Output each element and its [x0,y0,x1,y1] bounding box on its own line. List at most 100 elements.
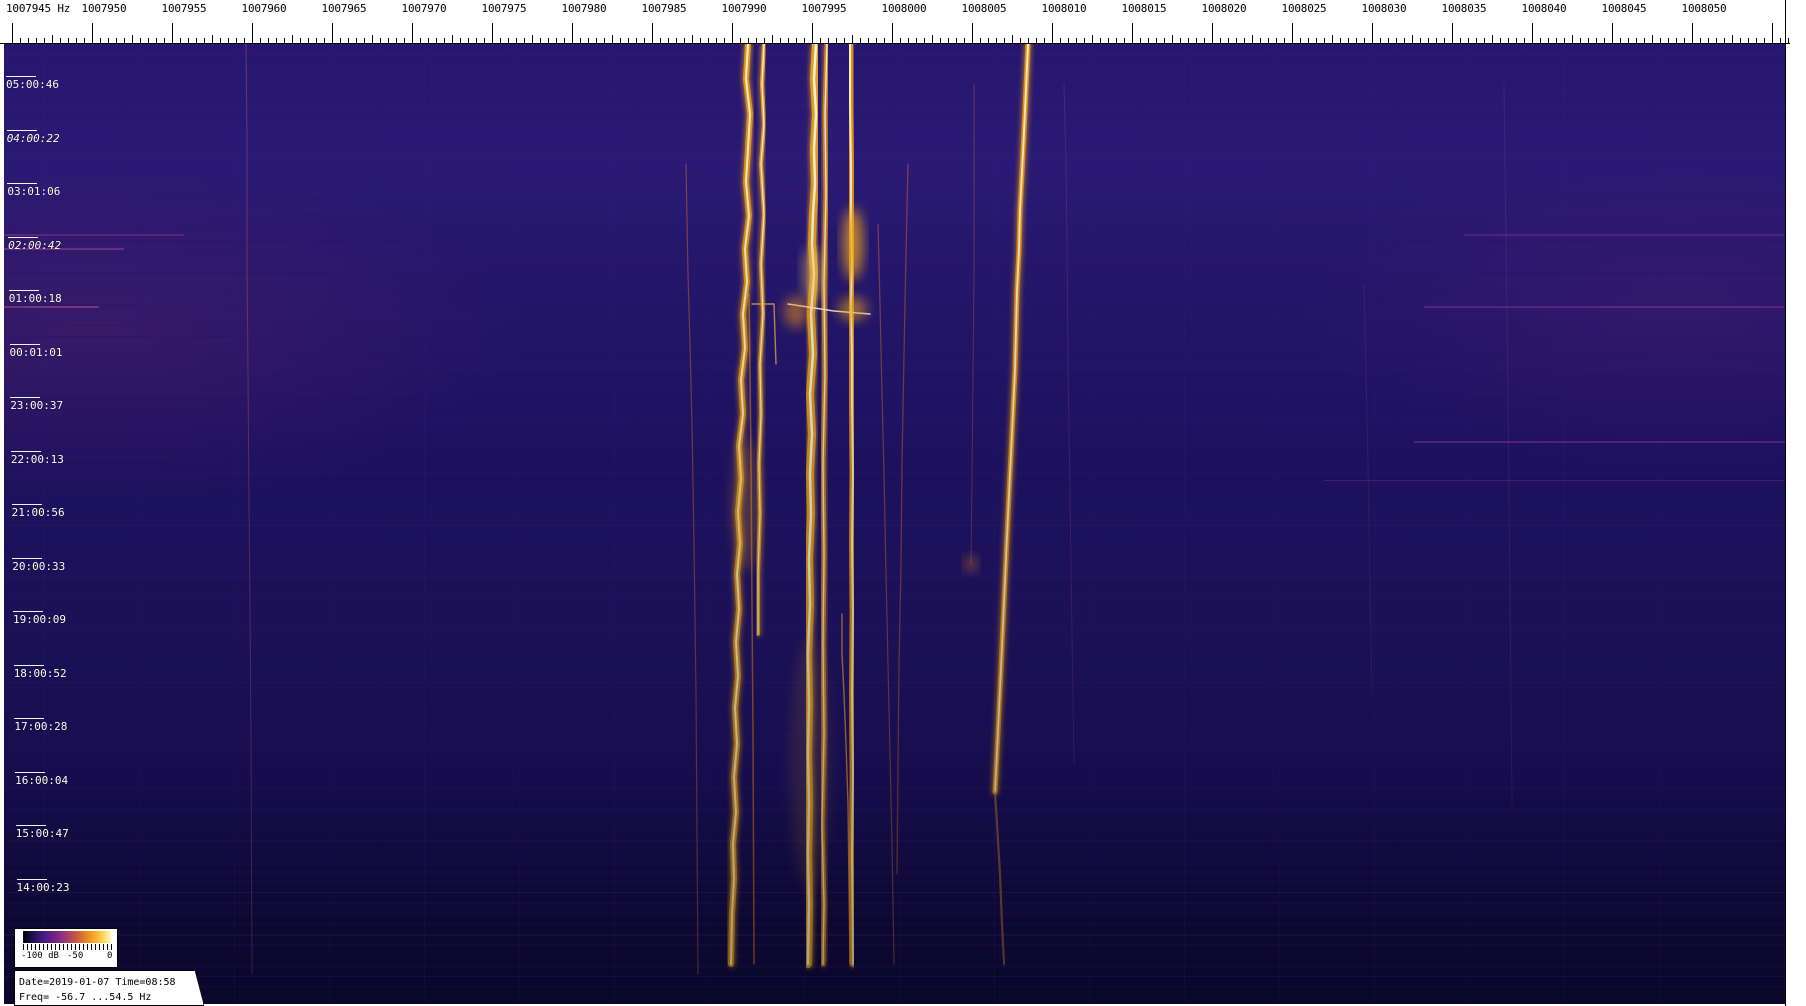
frequency-tick [540,38,541,43]
frequency-tick [1124,38,1125,43]
frequency-tick [956,38,957,43]
frequency-label: 1007995 [801,2,847,15]
time-label: 18:00:52 [13,664,67,680]
spectrogram-plot[interactable]: 05:00:46 04:00:22 03:01:06 02:00:42 01:00:18… [4,44,1786,1004]
frequency-tick [844,38,845,43]
colour-scale-legend: -100 dB -50 0 [14,928,118,968]
frequency-tick [604,38,605,43]
frequency-label: 1008040 [1521,2,1567,15]
frequency-tick [1508,38,1509,43]
frequency-label: 1008050 [1681,2,1727,15]
frequency-tick [908,38,909,43]
frequency-tick [628,38,629,43]
frequency-tick [644,38,645,43]
frequency-tick [708,38,709,43]
frequency-tick [1428,38,1429,43]
time-label: 19:00:09 [13,611,66,626]
frequency-tick [1732,35,1733,43]
frequency-tick [1764,38,1765,43]
frequency-tick [164,38,165,43]
frequency-tick [204,38,205,43]
frequency-tick [1516,38,1517,43]
frequency-label: 1008010 [1041,2,1087,15]
frequency-tick [1660,38,1661,43]
frequency-tick [1540,38,1541,43]
frequency-tick [812,23,813,43]
frequency-tick [1484,38,1485,43]
frequency-tick [532,35,533,43]
frequency-tick [452,35,453,43]
frequency-tick [668,38,669,43]
frequency-tick [660,38,661,43]
frequency-tick [1164,38,1165,43]
frequency-tick [524,38,525,43]
frequency-label: 1007950 [81,2,127,15]
frequency-tick [1228,38,1229,43]
frequency-tick [460,38,461,43]
frequency-tick [380,38,381,43]
frequency-tick [220,38,221,43]
frequency-tick [1188,38,1189,43]
right-frame-edge [1785,0,1786,1006]
frequency-tick [860,38,861,43]
time-label: 00:01:01 [9,343,63,359]
frequency-tick [1476,38,1477,43]
frequency-tick [196,38,197,43]
frequency-tick [1564,38,1565,43]
frequency-tick [940,38,941,43]
frequency-tick [308,38,309,43]
colour-scale-label-min: -100 dB [21,951,59,961]
frequency-tick [28,38,29,43]
frequency-tick [700,38,701,43]
frequency-tick [820,38,821,43]
frequency-tick [636,38,637,43]
frequency-tick [1708,38,1709,43]
time-label: 03:01:06 [7,183,61,198]
frequency-tick [892,23,893,43]
time-label: 05:00:46 [6,76,59,91]
frequency-tick [1420,38,1421,43]
frequency-tick [324,38,325,43]
frequency-tick [740,38,741,43]
frequency-tick [500,38,501,43]
frequency-tick [1220,38,1221,43]
frequency-tick [716,38,717,43]
frequency-label: 1007960 [241,2,287,15]
frequency-tick [1100,38,1101,43]
frequency-tick [1076,38,1077,43]
time-label: 23:00:37 [10,397,64,412]
frequency-tick [236,38,237,43]
frequency-tick [980,38,981,43]
frequency-tick [1748,38,1749,43]
frequency-tick [1436,38,1437,43]
frequency-tick [924,38,925,43]
frequency-tick [84,38,85,43]
frequency-tick [340,38,341,43]
frequency-tick [1092,35,1093,43]
frequency-tick [100,38,101,43]
time-label: 01:00:18 [8,290,62,305]
frequency-tick [108,38,109,43]
frequency-tick [68,38,69,43]
time-label: 02:00:42 [8,236,62,252]
colour-scale-ticks [23,944,113,950]
frequency-tick [516,38,517,43]
frequency-tick [900,38,901,43]
frequency-tick [1444,38,1445,43]
frequency-tick [612,35,613,43]
frequency-tick [1052,23,1053,43]
frequency-tick [1412,35,1413,43]
frequency-tick [476,38,477,43]
frequency-tick [1300,38,1301,43]
frequency-tick [372,35,373,43]
frequency-tick [1724,38,1725,43]
frequency-tick [1556,38,1557,43]
frequency-tick [1212,23,1213,43]
frequency-tick [796,38,797,43]
frequency-tick [1780,38,1781,43]
frequency-tick [1452,23,1453,43]
frequency-tick [1380,38,1381,43]
frequency-tick [1308,38,1309,43]
time-label: 17:00:28 [14,718,68,733]
frequency-tick [588,38,589,43]
